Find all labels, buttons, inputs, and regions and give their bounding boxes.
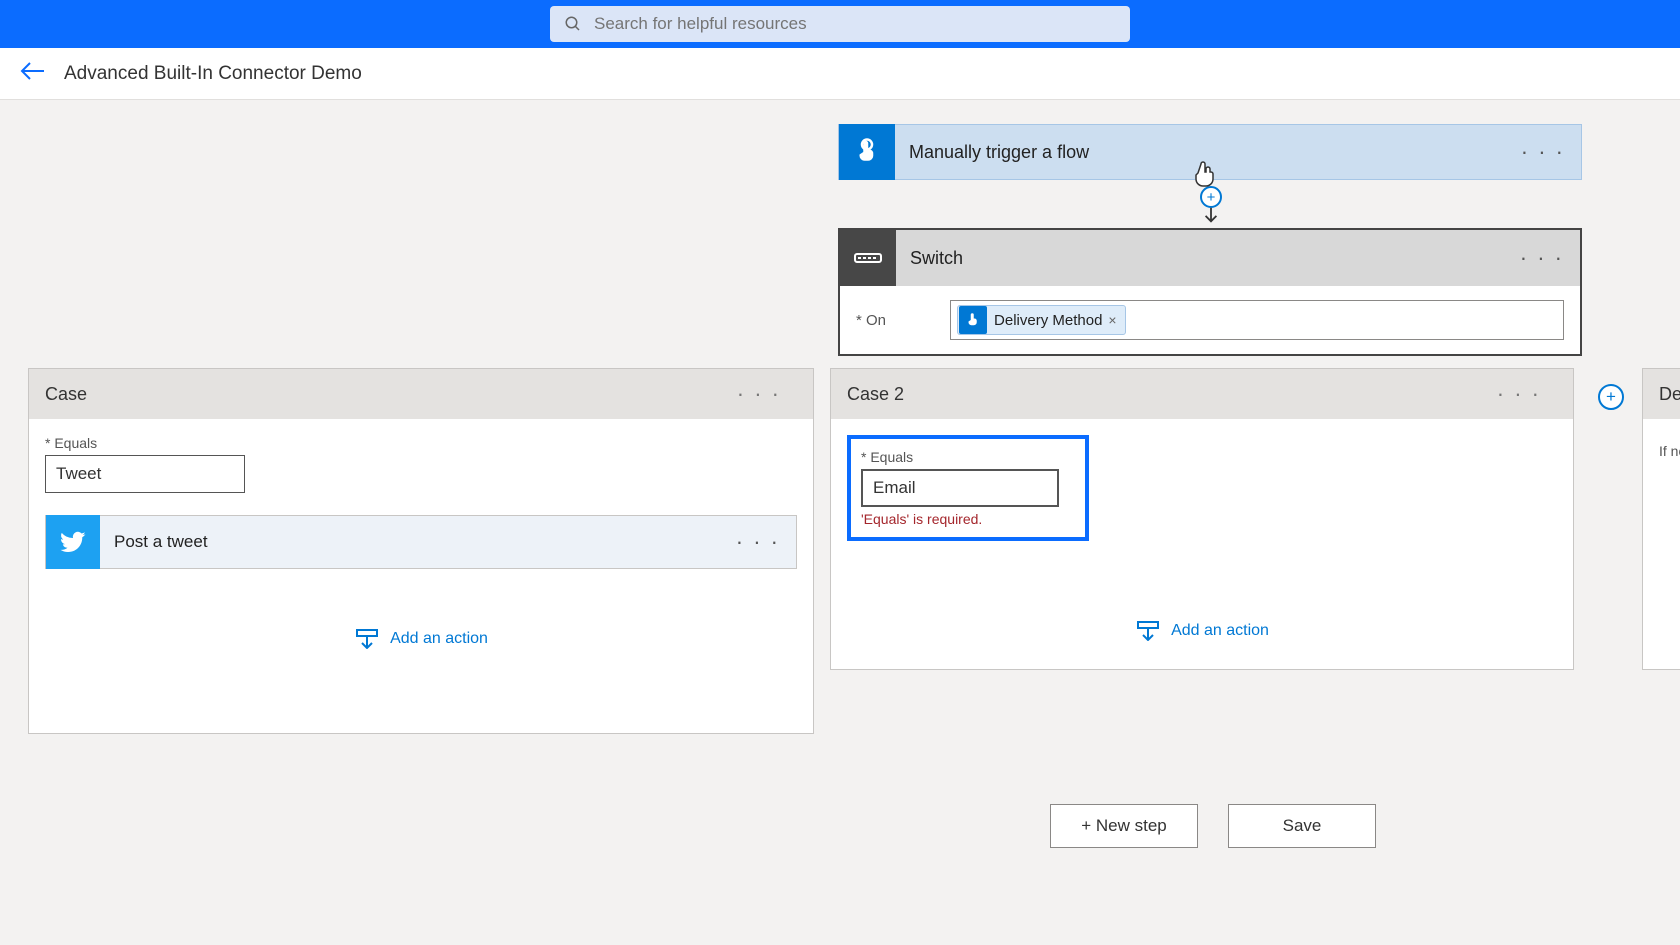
trigger-label: Manually trigger a flow bbox=[895, 142, 1505, 163]
case1-add-action[interactable]: Add an action bbox=[45, 629, 797, 649]
trigger-menu-icon[interactable]: · · · bbox=[1505, 139, 1581, 165]
switch-card[interactable]: Switch · · · On Delivery Method × bbox=[838, 228, 1582, 356]
add-action-label: Add an action bbox=[1171, 622, 1269, 640]
case2-title: Case 2 bbox=[847, 384, 1481, 405]
new-step-button[interactable]: + New step bbox=[1050, 804, 1198, 848]
action-menu-icon[interactable]: · · · bbox=[720, 529, 796, 555]
designer-canvas: Manually trigger a flow · · · + Swit bbox=[0, 100, 1680, 945]
default-case-card: Default If no bbox=[1642, 368, 1680, 670]
highlight-box: Equals 'Equals' is required. bbox=[847, 435, 1089, 541]
insert-step-between[interactable]: + bbox=[1197, 186, 1225, 230]
switch-menu-icon[interactable]: · · · bbox=[1504, 245, 1580, 271]
search-input[interactable] bbox=[582, 14, 1116, 34]
case1-title: Case bbox=[45, 384, 721, 405]
case2-error: 'Equals' is required. bbox=[861, 511, 1075, 527]
default-title: Default bbox=[1659, 384, 1680, 405]
add-action-icon bbox=[354, 629, 380, 649]
case1-equals-label: Equals bbox=[45, 435, 797, 451]
token-text: Delivery Method bbox=[988, 312, 1108, 329]
action-label: Post a tweet bbox=[100, 532, 720, 552]
dynamic-token[interactable]: Delivery Method × bbox=[957, 305, 1126, 335]
plus-icon[interactable]: + bbox=[1200, 186, 1222, 208]
switch-on-input[interactable]: Delivery Method × bbox=[950, 300, 1564, 340]
search-box[interactable] bbox=[550, 6, 1130, 42]
arrow-down-icon bbox=[1202, 206, 1220, 229]
switch-header[interactable]: Switch · · · bbox=[840, 230, 1580, 286]
switch-on-label: On bbox=[856, 312, 886, 329]
case2-add-action[interactable]: Add an action bbox=[847, 621, 1557, 641]
default-header[interactable]: Default bbox=[1643, 369, 1680, 419]
add-action-label: Add an action bbox=[390, 630, 488, 648]
case-card-2: Case 2 · · · Equals 'Equals' is required… bbox=[830, 368, 1574, 670]
switch-body: On Delivery Method × bbox=[840, 286, 1580, 354]
search-icon bbox=[564, 15, 582, 33]
case1-equals-input[interactable] bbox=[45, 455, 245, 493]
trigger-card[interactable]: Manually trigger a flow · · · bbox=[838, 124, 1582, 180]
page-header: Advanced Built-In Connector Demo bbox=[0, 48, 1680, 100]
top-bar bbox=[0, 0, 1680, 48]
add-action-icon bbox=[1135, 621, 1161, 641]
trigger-icon bbox=[839, 124, 895, 180]
default-note: If no bbox=[1659, 443, 1680, 459]
token-remove-icon[interactable]: × bbox=[1108, 312, 1116, 328]
case2-equals-input[interactable] bbox=[861, 469, 1059, 507]
post-tweet-action[interactable]: Post a tweet · · · bbox=[45, 515, 797, 569]
add-case-button[interactable]: + bbox=[1598, 384, 1624, 410]
case2-header[interactable]: Case 2 · · · bbox=[831, 369, 1573, 419]
bottom-buttons: + New step Save bbox=[1050, 804, 1376, 848]
twitter-icon bbox=[46, 515, 100, 569]
save-button[interactable]: Save bbox=[1228, 804, 1376, 848]
case1-menu-icon[interactable]: · · · bbox=[721, 381, 797, 407]
token-icon bbox=[959, 306, 987, 334]
case2-equals-label: Equals bbox=[861, 449, 1075, 465]
back-arrow-icon[interactable] bbox=[20, 61, 46, 87]
case1-header[interactable]: Case · · · bbox=[29, 369, 813, 419]
switch-label: Switch bbox=[896, 248, 1504, 269]
case-card-1: Case · · · Equals Post a tweet · · · bbox=[28, 368, 814, 734]
page-title: Advanced Built-In Connector Demo bbox=[64, 63, 362, 85]
switch-icon bbox=[840, 230, 896, 286]
case2-menu-icon[interactable]: · · · bbox=[1481, 381, 1557, 407]
